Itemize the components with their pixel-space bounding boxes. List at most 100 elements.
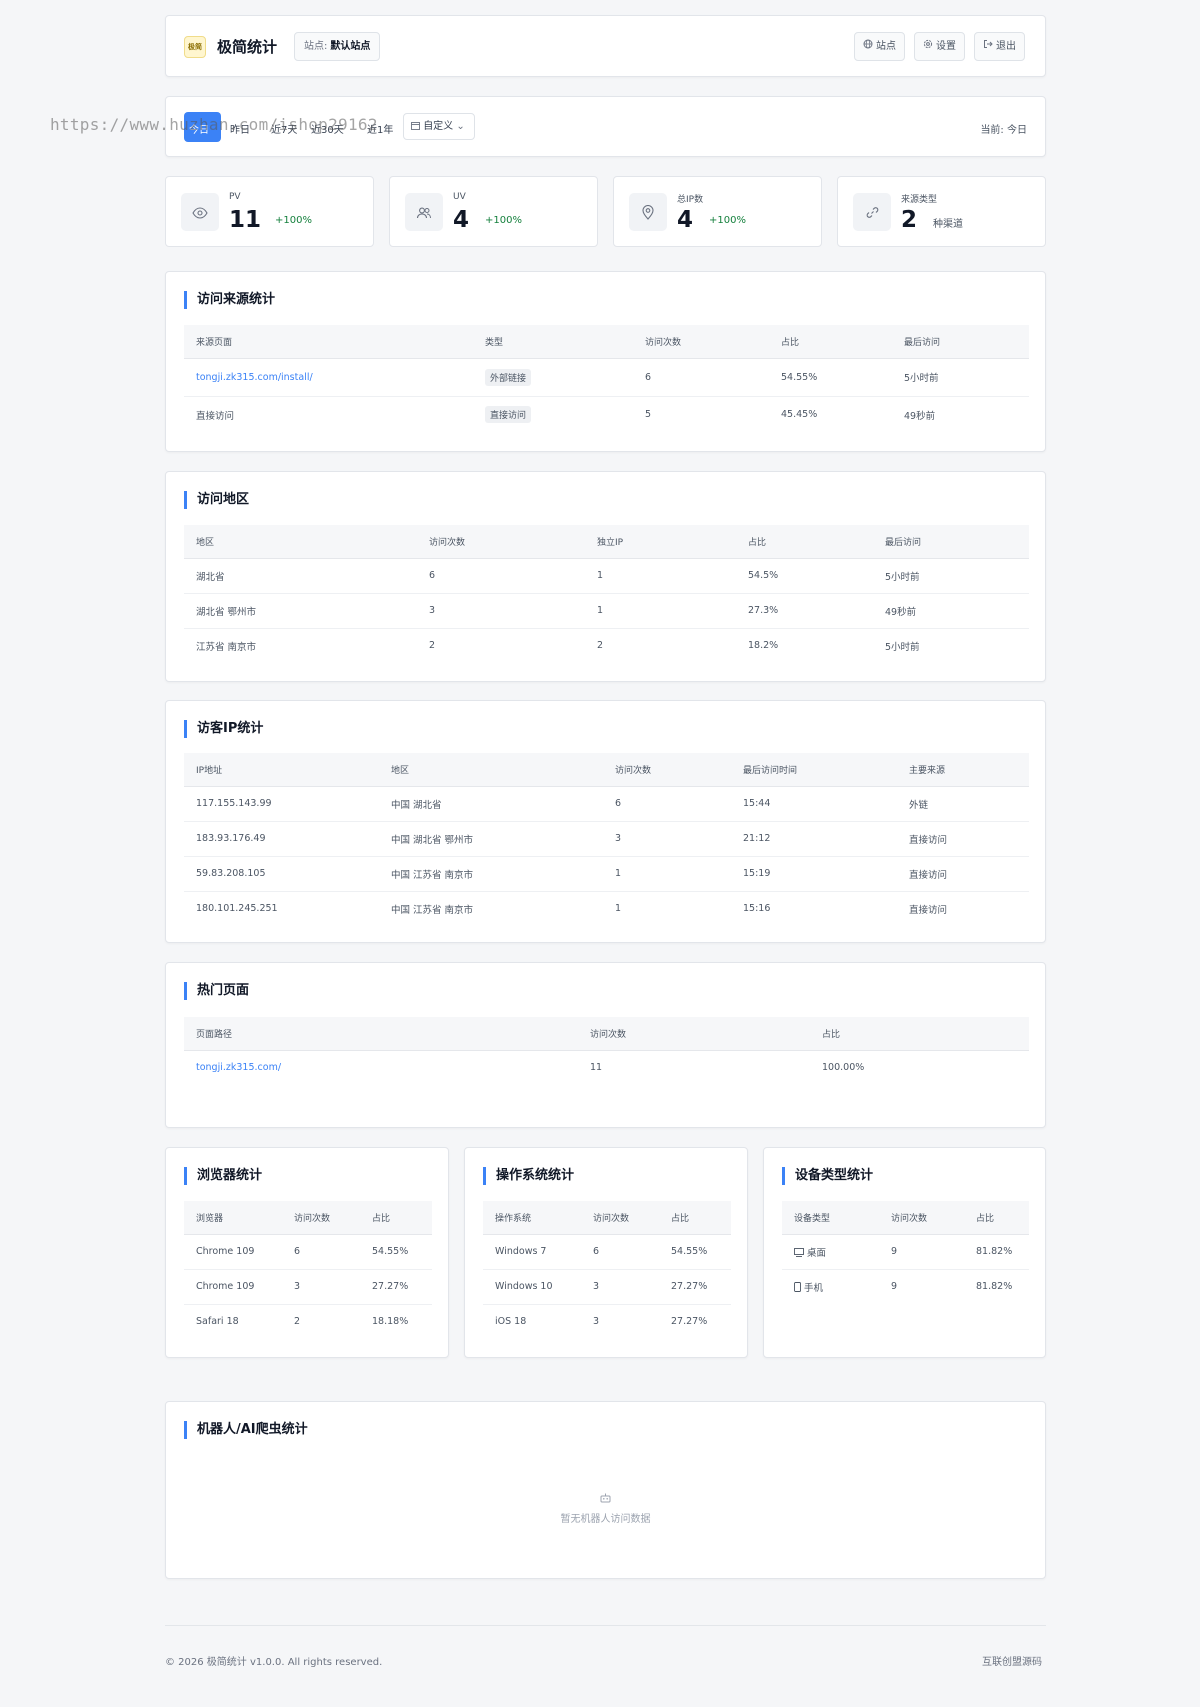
table-cell: 中国 江苏省 南京市 — [379, 856, 603, 892]
table-header-row: 页面路径 访问次数 占比 — [184, 1017, 1029, 1051]
table-cell: 中国 湖北省 鄂州市 — [379, 821, 603, 857]
sources-table: 来源页面 类型 访问次数 占比 最后访问 tongji.zk315.com/in… — [184, 325, 1029, 433]
os-section: 操作系统统计 操作系统 访问次数 占比 Windows 7 6 54.55% W… — [464, 1147, 748, 1358]
section-title: 设备类型统计 — [782, 1167, 873, 1185]
table-cell: 3 — [282, 1269, 360, 1305]
desktop-icon — [794, 1247, 804, 1259]
table-cell: 中国 江苏省 南京市 — [391, 904, 474, 916]
table-cell: 11 — [590, 1062, 603, 1074]
table-cell: 5小时前 — [873, 558, 1029, 594]
table-cell: 49秒前 — [904, 410, 936, 422]
table-cell: 183.93.176.49 — [184, 821, 379, 857]
section-title: 访问来源统计 — [184, 291, 275, 309]
column-header: 操作系统 — [483, 1201, 581, 1235]
stat-label: 总IP数 — [677, 195, 704, 205]
column-header: 地区 — [379, 753, 603, 787]
settings-button[interactable]: 设置 — [914, 32, 965, 61]
section-title: 机器人/AI爬虫统计 — [184, 1421, 308, 1439]
table-cell: Windows 10 — [483, 1269, 581, 1305]
table-cell: 45.45% — [781, 409, 818, 421]
source-type-badge: 直接访问 — [485, 406, 532, 424]
watermark-text: https://www.huzhan.com/ishop29162 — [50, 115, 378, 134]
logout-button[interactable]: 退出 — [974, 32, 1025, 61]
current-range-text: 当前: 今日 — [980, 125, 1027, 136]
table-cell: 54.55% — [360, 1234, 432, 1270]
stat-value: 11 — [229, 207, 262, 233]
users-icon — [405, 193, 443, 231]
table-cell: 3 — [581, 1269, 659, 1305]
column-header: 占比 — [360, 1201, 432, 1235]
gear-icon — [923, 33, 933, 60]
stat-label: 来源类型 — [901, 195, 938, 205]
column-header: 设备类型 — [782, 1201, 879, 1235]
column-header: 占比 — [810, 1017, 1029, 1051]
column-header: 独立IP — [585, 525, 736, 559]
column-header: 占比 — [736, 525, 873, 559]
section-title: 操作系统统计 — [483, 1167, 574, 1185]
table-row: 180.101.245.251 中国 江苏省 南京市 1 15:16 直接访问 — [184, 891, 1029, 926]
stat-change: +100% — [709, 215, 746, 226]
column-header: 访问次数 — [633, 325, 769, 359]
table-row: Chrome 109 6 54.55% — [184, 1234, 432, 1270]
browsers-section: 浏览器统计 浏览器 访问次数 占比 Chrome 109 6 54.55% Ch… — [165, 1147, 449, 1358]
settings-button-label: 设置 — [936, 41, 956, 52]
footer-link[interactable]: 互联创盟源码 — [982, 1653, 1042, 1668]
sites-button[interactable]: 站点 — [854, 32, 905, 61]
table-cell: 湖北省 鄂州市 — [184, 593, 417, 629]
site-selector[interactable]: 站点: 默认站点 — [294, 32, 381, 61]
regions-table: 地区 访问次数 独立IP 占比 最后访问 湖北省 6 1 54.5% 5小时前 … — [184, 525, 1029, 663]
table-cell: Windows 7 — [483, 1234, 581, 1270]
table-cell: 6 — [282, 1234, 360, 1270]
stat-card-ip: 总IP数 4 +100% — [613, 176, 822, 247]
site-selector-value: 默认站点 — [330, 41, 371, 52]
robot-icon — [166, 1493, 1045, 1506]
table-cell: 2 — [597, 640, 604, 652]
table-cell: 外链 — [897, 786, 1029, 822]
mobile-icon — [794, 1281, 801, 1294]
source-link[interactable]: tongji.zk315.com/install/ — [184, 358, 473, 397]
table-cell: 18.18% — [372, 1316, 409, 1328]
table-cell: 18.2% — [748, 640, 779, 652]
table-row: Windows 10 3 27.27% — [483, 1269, 731, 1305]
stat-card-uv: UV 4 +100% — [389, 176, 598, 247]
footer-copyright: © 2026 极简统计 v1.0.0. All rights reserved. — [165, 1657, 383, 1668]
footer-divider — [165, 1625, 1046, 1626]
table-cell: 1 — [585, 558, 736, 594]
sites-button-label: 站点 — [876, 41, 896, 52]
table-cell: 15:19 — [731, 856, 897, 892]
table-cell: 9 — [879, 1234, 964, 1270]
table-cell: 中国 湖北省 — [379, 786, 603, 822]
table-header-row: 浏览器 访问次数 占比 — [184, 1201, 432, 1235]
table-cell: 27.27% — [659, 1269, 731, 1305]
table-row: tongji.zk315.com/install/ 外部链接 6 54.55% … — [184, 358, 1029, 397]
table-cell: 6 — [581, 1234, 659, 1270]
table-header-row: 地区 访问次数 独立IP 占比 最后访问 — [184, 525, 1029, 559]
table-cell: 5 — [645, 409, 652, 421]
visitor-ip-table: IP地址 地区 访问次数 最后访问时间 主要来源 117.155.143.99 … — [184, 753, 1029, 926]
column-header: 占比 — [659, 1201, 731, 1235]
table-row: iOS 18 3 27.27% — [483, 1304, 731, 1339]
browsers-table: 浏览器 访问次数 占比 Chrome 109 6 54.55% Chrome 1… — [184, 1201, 432, 1339]
column-header: 最后访问 — [873, 525, 1029, 559]
custom-range-button[interactable]: 自定义 ⌄ — [403, 113, 475, 140]
visitor-ip-section: 访客IP统计 IP地址 地区 访问次数 最后访问时间 主要来源 117.155.… — [165, 700, 1046, 943]
column-header: 最后访问时间 — [731, 753, 897, 787]
column-header: 占比 — [964, 1201, 1029, 1235]
column-header: 访问次数 — [578, 1017, 810, 1051]
table-cell: 桌面 — [782, 1234, 879, 1270]
table-cell: 117.155.143.99 — [184, 786, 379, 822]
page-path-link[interactable]: tongji.zk315.com/ — [184, 1050, 578, 1085]
column-header: 占比 — [769, 325, 892, 359]
table-row: 直接访问 直接访问 5 45.45% 49秒前 — [184, 396, 1029, 433]
table-cell: 1 — [585, 593, 736, 629]
table-cell: 湖北省 — [184, 558, 417, 594]
table-row: 湖北省 6 1 54.5% 5小时前 — [184, 558, 1029, 594]
sources-section: 访问来源统计 来源页面 类型 访问次数 占比 最后访问 tongji.zk315… — [165, 271, 1046, 452]
column-header: 地区 — [184, 525, 417, 559]
table-row: Chrome 109 3 27.27% — [184, 1269, 432, 1305]
table-cell: 外部链接 — [473, 358, 633, 397]
table-row: tongji.zk315.com/ 11 100.00% — [184, 1050, 1029, 1085]
table-cell: 手机 — [782, 1269, 879, 1304]
hot-pages-section: 热门页面 页面路径 访问次数 占比 tongji.zk315.com/ 11 1… — [165, 962, 1046, 1128]
table-cell: 直接访问 — [897, 821, 1029, 857]
